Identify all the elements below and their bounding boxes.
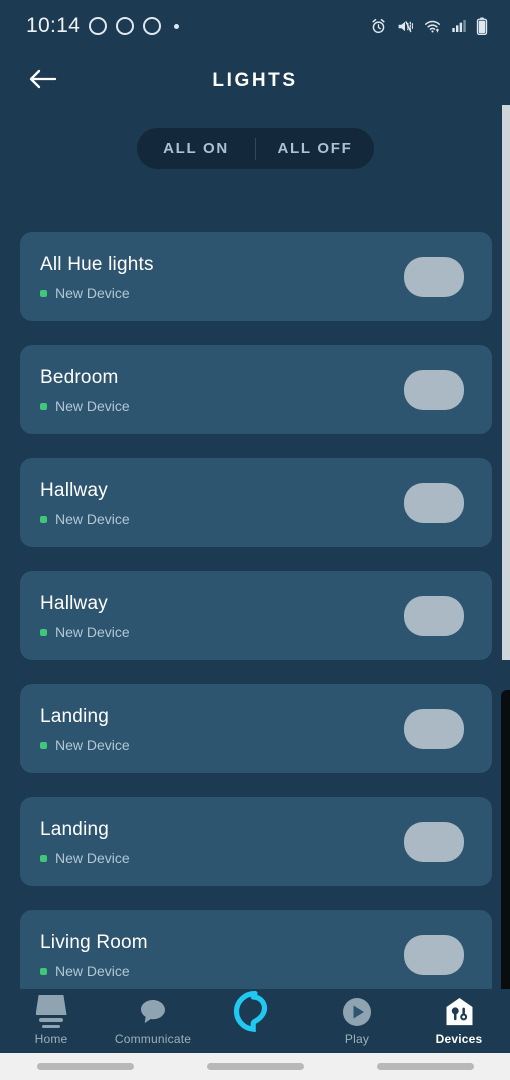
device-name: Bedroom <box>40 367 119 388</box>
device-name: Hallway <box>40 593 108 614</box>
speech-bubble-icon <box>138 996 168 1027</box>
status-bar: 10:14 <box>0 0 510 52</box>
gesture-pill[interactable] <box>376 1063 474 1070</box>
play-circle-icon <box>342 996 372 1027</box>
status-bar-right <box>370 17 488 35</box>
status-bar-left: 10:14 <box>26 14 180 38</box>
device-name: Landing <box>40 819 110 840</box>
all-off-button[interactable]: ALL OFF <box>256 128 374 169</box>
all-on-button[interactable]: ALL ON <box>137 128 255 169</box>
status-dot-icon <box>40 741 47 749</box>
device-status: New Device <box>40 624 130 640</box>
device-name: Living Room <box>40 932 148 953</box>
group-power-control: ALL ON ALL OFF <box>137 128 374 169</box>
back-button[interactable] <box>24 62 62 100</box>
signal-icon <box>451 18 467 34</box>
device-power-toggle[interactable] <box>404 821 464 862</box>
house-devices-icon <box>444 996 475 1027</box>
device-status: New Device <box>40 398 130 414</box>
nav-item-home[interactable]: Home <box>0 995 102 1046</box>
bottom-navigation: Home Communicate Play Devices <box>0 989 510 1053</box>
nav-label-home: Home <box>34 1032 68 1046</box>
gesture-pill[interactable] <box>36 1063 134 1070</box>
page-title: LIGHTS <box>212 70 298 91</box>
scrollbar-thumb[interactable] <box>502 105 510 660</box>
device-power-toggle[interactable] <box>404 708 464 749</box>
nav-label-devices: Devices <box>435 1032 483 1046</box>
alexa-ring-icon <box>232 990 278 1032</box>
device-status: New Device <box>40 285 130 301</box>
nav-item-devices[interactable]: Devices <box>408 996 510 1046</box>
phone-screen: 10:14 LIGHTS ALL ON ALL OFF All Hue ligh… <box>0 0 510 1080</box>
clock: 10:14 <box>26 14 81 37</box>
mute-icon <box>396 18 414 35</box>
device-status: New Device <box>40 850 130 866</box>
back-arrow-icon <box>28 67 58 96</box>
status-dot-icon <box>40 402 47 410</box>
status-dot-icon <box>40 854 47 862</box>
ring-icon <box>116 17 135 35</box>
ring-icon <box>143 17 162 35</box>
device-name: Landing <box>40 706 110 727</box>
battery-icon <box>476 17 488 35</box>
device-power-toggle[interactable] <box>404 256 464 297</box>
device-status: New Device <box>40 737 130 753</box>
device-card[interactable]: Hallway New Device <box>20 571 492 660</box>
device-card[interactable]: Living Room New Device <box>20 910 492 999</box>
device-status-label: New Device <box>55 285 130 301</box>
nav-item-play[interactable]: Play <box>306 996 408 1046</box>
device-status-label: New Device <box>55 963 130 979</box>
device-card[interactable]: All Hue lights New Device <box>20 232 492 321</box>
device-status: New Device <box>40 963 130 979</box>
device-card[interactable]: Hallway New Device <box>20 458 492 547</box>
nav-item-alexa[interactable] <box>204 990 306 1032</box>
nav-item-communicate[interactable]: Communicate <box>102 996 204 1046</box>
device-name: All Hue lights <box>40 254 154 275</box>
device-list[interactable]: All Hue lights New Device Bedroom New De… <box>0 232 510 1000</box>
home-icon <box>35 995 67 1028</box>
device-status: New Device <box>40 511 130 527</box>
device-card[interactable]: Landing New Device <box>20 797 492 886</box>
status-dot-icon <box>40 515 47 523</box>
device-status-label: New Device <box>55 511 130 527</box>
device-power-toggle[interactable] <box>404 595 464 636</box>
alarm-icon <box>370 18 387 35</box>
status-dot-icon <box>40 289 47 297</box>
status-dot-icon <box>40 967 47 975</box>
device-status-label: New Device <box>55 398 130 414</box>
gesture-pill[interactable] <box>206 1063 304 1070</box>
device-card[interactable]: Bedroom New Device <box>20 345 492 434</box>
wifi-icon <box>423 18 442 35</box>
app-header: LIGHTS <box>0 56 510 106</box>
device-status-label: New Device <box>55 624 130 640</box>
ring-icon <box>89 17 108 35</box>
scroll-edge-panel <box>501 690 510 990</box>
nav-label-play: Play <box>344 1032 370 1046</box>
device-power-toggle[interactable] <box>404 369 464 410</box>
device-status-label: New Device <box>55 850 130 866</box>
system-gesture-bar <box>0 1053 510 1080</box>
device-name: Hallway <box>40 480 108 501</box>
device-status-label: New Device <box>55 737 130 753</box>
dot-icon <box>174 23 180 29</box>
status-dot-icon <box>40 628 47 636</box>
device-power-toggle[interactable] <box>404 482 464 523</box>
nav-label-communicate: Communicate <box>114 1032 192 1046</box>
device-power-toggle[interactable] <box>404 934 464 975</box>
device-card[interactable]: Landing New Device <box>20 684 492 773</box>
